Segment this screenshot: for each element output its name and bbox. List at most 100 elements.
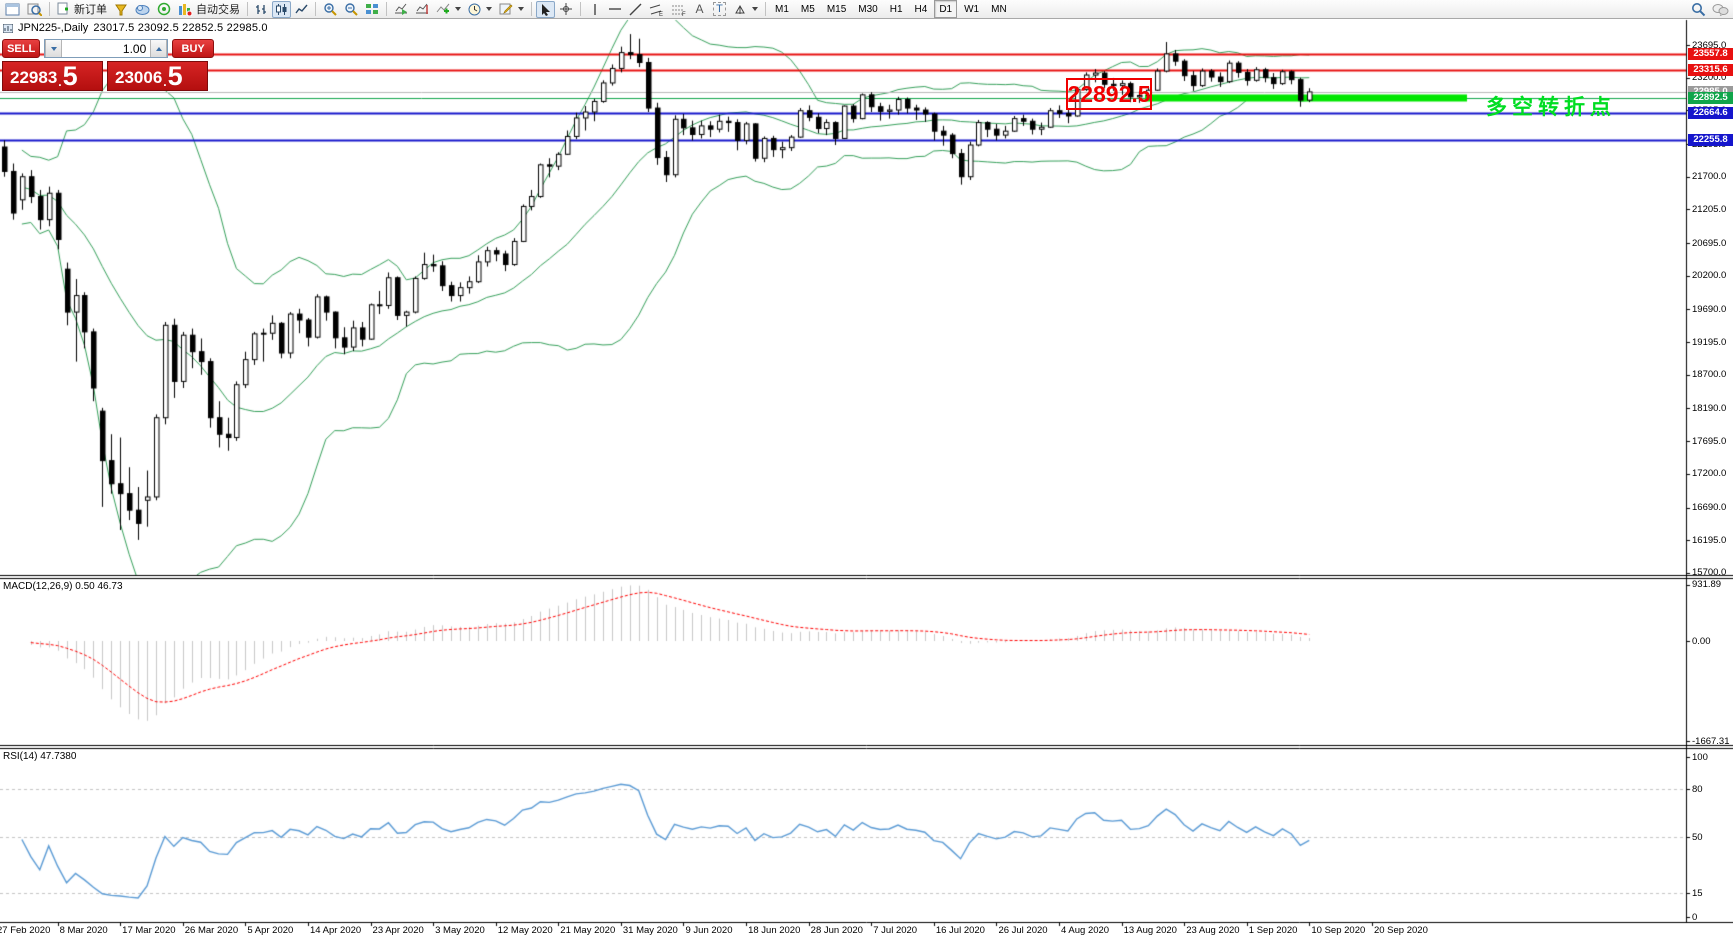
price-tick-label: 18700.0 xyxy=(1692,369,1726,380)
price-tick-label: 17695.0 xyxy=(1692,436,1726,447)
sell-price-display[interactable]: 22983.5 xyxy=(2,61,103,91)
autotrading-label: 自动交易 xyxy=(196,1,240,17)
price-annotation-box[interactable]: 22892.5 xyxy=(1066,78,1152,110)
volume-increase-button[interactable] xyxy=(150,40,167,57)
vertical-line-tool-button[interactable] xyxy=(585,1,604,18)
price-tick-label: 16690.0 xyxy=(1692,502,1726,513)
rsi-tick-label: 50 xyxy=(1692,832,1703,843)
toolbar-separator xyxy=(580,2,581,16)
rsi-tick-label: 15 xyxy=(1692,888,1703,899)
date-label: 14 Apr 2020 xyxy=(310,925,361,936)
trendline-tool-button[interactable] xyxy=(626,1,645,18)
volume-decrease-button[interactable] xyxy=(45,40,62,57)
date-label: 20 Sep 2020 xyxy=(1374,925,1428,936)
date-label: 3 May 2020 xyxy=(435,925,485,936)
date-label: 9 Jun 2020 xyxy=(685,925,732,936)
signals-icon[interactable] xyxy=(154,1,174,18)
toolbar-separator xyxy=(765,2,766,16)
toolbar-separator xyxy=(315,2,316,16)
market-watch-button[interactable] xyxy=(24,1,45,18)
chevron-down-icon xyxy=(455,7,461,11)
macd-tick-label: 931.89 xyxy=(1692,579,1721,590)
date-label: 4 Aug 2020 xyxy=(1061,925,1109,936)
label-tool-button[interactable]: T xyxy=(710,1,729,18)
buy-button[interactable]: BUY xyxy=(172,39,214,58)
timeframe-button-W1[interactable]: W1 xyxy=(959,0,984,18)
date-label: 8 Mar 2020 xyxy=(60,925,108,936)
chat-icon[interactable] xyxy=(1712,3,1729,16)
new-order-icon xyxy=(57,2,71,16)
timeframe-button-H4[interactable]: H4 xyxy=(910,0,933,18)
price-tick-label: 18190.0 xyxy=(1692,403,1726,414)
zoom-out-button[interactable] xyxy=(341,1,361,18)
search-icon[interactable] xyxy=(1691,2,1706,17)
ohlc-values: 23017.5 23092.5 22852.5 22985.0 xyxy=(93,22,267,34)
chart-shift-button[interactable] xyxy=(412,1,432,18)
date-label: 12 May 2020 xyxy=(498,925,553,936)
arrows-tool-button[interactable] xyxy=(730,1,761,18)
timeframe-button-M5[interactable]: M5 xyxy=(796,0,820,18)
new-order-button[interactable]: 新订单 xyxy=(54,1,110,18)
zoom-in-button[interactable] xyxy=(320,1,340,18)
price-tick-label: 17200.0 xyxy=(1692,468,1726,479)
date-label: 10 Sep 2020 xyxy=(1311,925,1365,936)
date-label: 23 Apr 2020 xyxy=(373,925,424,936)
horizontal-line-tool-button[interactable] xyxy=(605,1,625,18)
timeframe-button-D1[interactable]: D1 xyxy=(934,0,957,18)
periods-button[interactable] xyxy=(465,1,495,18)
channel-tool-button[interactable]: E xyxy=(646,1,667,18)
new-order-label: 新订单 xyxy=(74,1,107,17)
symbol-period-label: JPN225-,Daily xyxy=(18,22,88,34)
crosshair-tool-button[interactable] xyxy=(556,1,576,18)
price-badge: 22255.8 xyxy=(1688,134,1733,146)
templates-button[interactable] xyxy=(496,1,527,18)
price-tick-label: 21205.0 xyxy=(1692,204,1726,215)
channel-sub-label: E xyxy=(659,12,663,16)
indicators-button[interactable] xyxy=(433,1,464,18)
turning-point-annotation[interactable]: 多空转折点 xyxy=(1486,91,1616,121)
date-label: 27 Feb 2020 xyxy=(0,925,50,936)
sell-button[interactable]: SELL xyxy=(2,39,40,58)
timeframe-button-M15[interactable]: M15 xyxy=(822,0,851,18)
terminal-icon[interactable] xyxy=(132,1,153,18)
date-label: 26 Mar 2020 xyxy=(185,925,238,936)
autotrading-icon xyxy=(178,3,193,16)
fibo-sub-label: F xyxy=(682,12,686,16)
date-label: 5 Apr 2020 xyxy=(247,925,293,936)
price-tick-label: 21700.0 xyxy=(1692,171,1726,182)
price-tick-label: 19690.0 xyxy=(1692,304,1726,315)
text-tool-button[interactable]: A xyxy=(690,1,709,18)
timeframe-button-H1[interactable]: H1 xyxy=(885,0,908,18)
macd-tick-label: -1667.31 xyxy=(1692,736,1730,747)
chart-title: JPN225-,Daily 23017.5 23092.5 22852.5 22… xyxy=(3,22,268,34)
price-badge: 23315.6 xyxy=(1688,64,1733,76)
price-tick-label: 20695.0 xyxy=(1692,238,1726,249)
bar-chart-type-button[interactable] xyxy=(252,1,271,18)
timeframe-toolbar: M1M5M15M30H1H4D1W1MN xyxy=(770,0,1012,18)
timeframe-button-M30[interactable]: M30 xyxy=(853,0,882,18)
chart-canvas[interactable] xyxy=(0,0,1733,940)
buy-price-display[interactable]: 23006.5 xyxy=(107,61,208,91)
new-chart-button[interactable] xyxy=(2,1,23,18)
auto-scroll-button[interactable] xyxy=(391,1,411,18)
line-chart-type-button[interactable] xyxy=(292,1,311,18)
candlestick-chart-type-button[interactable] xyxy=(272,1,291,18)
macd-tick-label: 0.00 xyxy=(1692,636,1711,647)
date-label: 1 Sep 2020 xyxy=(1249,925,1298,936)
timeframe-button-MN[interactable]: MN xyxy=(986,0,1012,18)
timeframe-button-M1[interactable]: M1 xyxy=(770,0,794,18)
autotrading-button[interactable]: 自动交易 xyxy=(175,1,243,18)
chevron-down-icon xyxy=(518,7,524,11)
profiles-icon[interactable] xyxy=(111,1,131,18)
volume-input[interactable]: 1.00 xyxy=(62,42,150,56)
price-tick-label: 19195.0 xyxy=(1692,337,1726,348)
tile-windows-button[interactable] xyxy=(362,1,382,18)
cursor-tool-button[interactable] xyxy=(536,1,555,18)
date-label: 13 Aug 2020 xyxy=(1124,925,1177,936)
mt4-window: { "toolbar": { "new_order_label": "新订单",… xyxy=(0,0,1733,940)
price-tick-label: 15700.0 xyxy=(1692,567,1726,578)
main-toolbar: 新订单 自动交易 E F A T M1M5M15M30H1H4D1W1MN xyxy=(0,0,1733,19)
toolbar-separator xyxy=(531,2,532,16)
fibonacci-tool-button[interactable]: F xyxy=(668,1,689,18)
toolbar-separator xyxy=(49,2,50,16)
